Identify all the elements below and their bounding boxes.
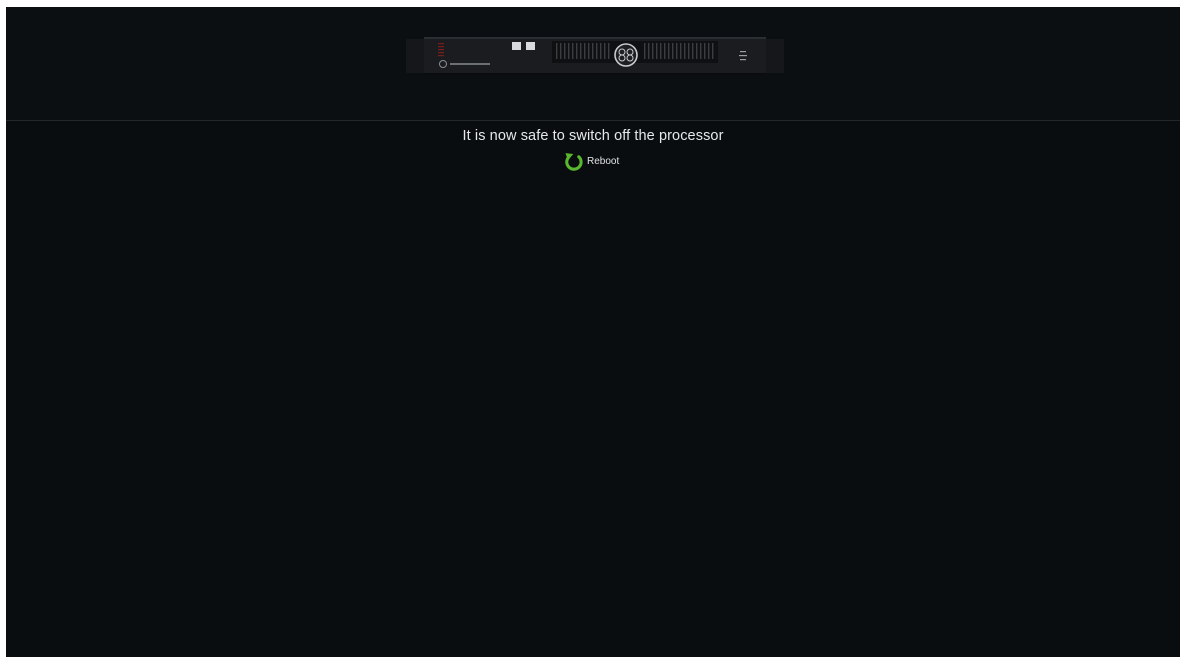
status-led	[438, 43, 444, 45]
rack-processor-image	[406, 37, 784, 75]
reboot-button[interactable]: Reboot	[563, 150, 619, 172]
center-emblem-icon	[614, 43, 638, 67]
shutdown-message: It is now safe to switch off the process…	[462, 128, 724, 144]
brand-lettering	[450, 63, 490, 65]
shutdown-screen: It is now safe to switch off the process…	[6, 7, 1180, 657]
processor-rack-image	[406, 37, 784, 75]
refresh-arrow-icon	[565, 152, 583, 171]
header-panel	[6, 7, 1180, 121]
side-indicator	[740, 51, 746, 53]
port	[512, 42, 521, 50]
reboot-label: Reboot	[587, 155, 620, 167]
